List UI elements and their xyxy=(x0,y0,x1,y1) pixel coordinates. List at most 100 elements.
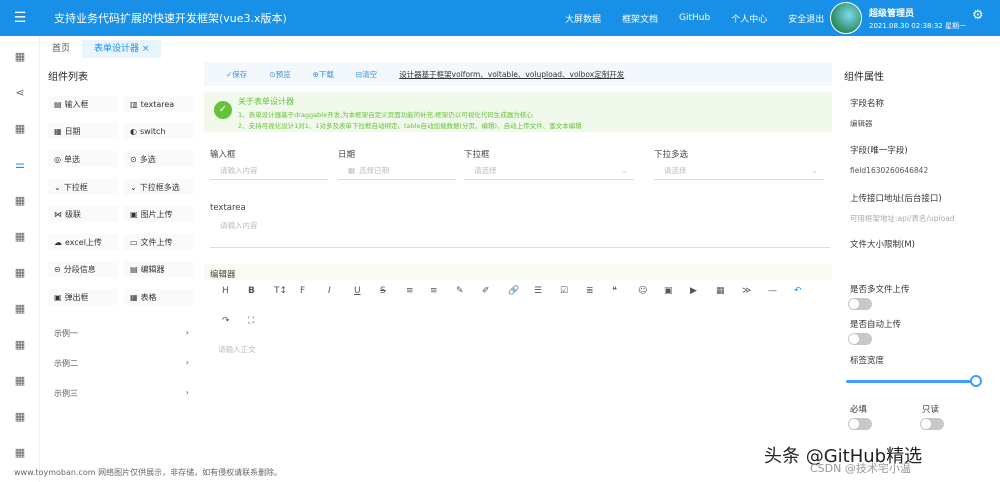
italic-icon[interactable]: I xyxy=(328,286,331,296)
component-label: 下拉框 xyxy=(63,182,88,192)
video-icon[interactable]: ▶ xyxy=(690,286,697,296)
component-item[interactable]: ▭ 文件上传 xyxy=(124,234,194,250)
example-item[interactable]: 示例二 › xyxy=(54,358,189,369)
component-item[interactable]: ◐ switch xyxy=(124,123,194,139)
readonly-switch[interactable] xyxy=(920,418,944,430)
font-family-icon[interactable]: F xyxy=(300,286,305,296)
component-item[interactable]: ◎ 单选 xyxy=(48,151,118,167)
grid-icon[interactable]: ▦ xyxy=(13,50,27,64)
share-icon[interactable]: ⋖ xyxy=(13,86,27,100)
strikethrough-icon[interactable]: S xyxy=(380,286,386,296)
nav-github[interactable]: GitHub xyxy=(679,13,710,23)
code-icon[interactable]: ≫ xyxy=(742,286,751,296)
indent-icon[interactable]: ≡ xyxy=(406,286,414,296)
designer-info-link[interactable]: 设计器基于框架volform、voltable、volupload、volbox… xyxy=(399,69,624,80)
component-item[interactable]: ▣ 图片上传 xyxy=(124,206,194,222)
align-icon[interactable]: ≣ xyxy=(586,286,594,296)
component-item[interactable]: ⌄ 下拉框 xyxy=(48,179,118,195)
input-field[interactable]: 请输入内容 xyxy=(210,162,328,180)
example-item[interactable]: 示例三 › xyxy=(54,388,189,399)
undo-icon[interactable]: ↶ xyxy=(794,286,802,296)
component-properties-panel: 组件属性 字段名称 编辑器 字段(唯一字段) field163026064684… xyxy=(836,62,1000,482)
label-width-label: 标签宽度 xyxy=(850,356,885,366)
redo-icon[interactable]: ↷ xyxy=(222,316,230,326)
upload-url-input[interactable]: 可用框架地址:api/表名/upload xyxy=(850,213,990,224)
font-size-icon[interactable]: T↕ xyxy=(274,286,287,296)
label-width-slider[interactable] xyxy=(846,380,976,383)
component-item[interactable]: ▦ 表格 xyxy=(124,289,194,305)
example-label: 示例三 xyxy=(54,389,78,398)
example-item[interactable]: 示例一 › xyxy=(54,328,189,339)
slider-handle[interactable] xyxy=(970,375,982,387)
table-icon: ▦ xyxy=(130,292,138,302)
preview-button[interactable]: ⊙预览 xyxy=(269,69,290,80)
menu-icon[interactable]: ☰ xyxy=(0,0,40,36)
left-icon-rail: ▦ ⋖ ▦ ⚌ ▦ ▦ ▦ ▦ ▦ ▦ ▦ ▦ xyxy=(0,36,40,482)
component-item[interactable]: ⌄ 下拉框多选 xyxy=(124,179,194,195)
field-id-input[interactable]: field1630260646842 xyxy=(850,166,990,175)
nav-docs[interactable]: 框架文档 xyxy=(622,12,658,25)
component-item[interactable]: ▤ 输入框 xyxy=(48,96,118,112)
emoji-icon[interactable]: ☺ xyxy=(638,286,647,296)
image-icon[interactable]: ▣ xyxy=(664,286,673,296)
tab-bar: 首页 表单设计器 × xyxy=(40,40,1000,58)
bold-icon[interactable]: B xyxy=(248,286,255,296)
component-item[interactable]: ▤ 编辑器 xyxy=(124,261,194,277)
multi-file-switch[interactable] xyxy=(848,298,872,310)
tab-home[interactable]: 首页 xyxy=(40,40,82,58)
component-item[interactable]: ⊝ 分段信息 xyxy=(48,261,118,277)
todo-icon[interactable]: ☑ xyxy=(560,286,568,296)
nav-big-screen[interactable]: 大屏数据 xyxy=(565,12,601,25)
grid-icon[interactable]: ▦ xyxy=(13,230,27,244)
bg-color-icon[interactable]: ✐ xyxy=(482,286,490,296)
editor-icon: ▤ xyxy=(130,264,138,274)
grid-icon[interactable]: ▦ xyxy=(13,338,27,352)
grid-icon[interactable]: ▦ xyxy=(13,410,27,424)
nav-logout[interactable]: 安全退出 xyxy=(788,12,824,25)
date-icon: ▦ xyxy=(54,126,62,136)
required-switch[interactable] xyxy=(848,418,872,430)
heading-icon[interactable]: H xyxy=(222,286,229,296)
calendar-icon: ▦ xyxy=(348,166,356,175)
table-icon[interactable]: ▦ xyxy=(716,286,725,296)
link-icon[interactable]: 🔗 xyxy=(508,286,519,296)
select-field[interactable]: 请选择 ⌄ xyxy=(464,162,634,180)
close-icon[interactable]: × xyxy=(142,44,150,54)
list-icon[interactable]: ☰ xyxy=(534,286,542,296)
component-item[interactable]: ▥ textarea xyxy=(124,96,194,112)
auto-upload-label: 是否自动上传 xyxy=(850,320,902,330)
clear-button[interactable]: ⊟清空 xyxy=(356,69,377,80)
date-picker[interactable]: ▦ 选择日期 xyxy=(338,162,456,180)
multi-select-field[interactable]: 请选择 ⌄ xyxy=(654,162,824,180)
component-item[interactable]: ▣ 弹出框 xyxy=(48,289,118,305)
grid-icon[interactable]: ▦ xyxy=(13,266,27,280)
download-button[interactable]: ⊕下载 xyxy=(313,69,334,80)
avatar[interactable] xyxy=(830,2,862,34)
divider-icon[interactable]: — xyxy=(768,286,777,296)
nav-profile[interactable]: 个人中心 xyxy=(731,12,767,25)
component-item[interactable]: ☁ excel上传 xyxy=(48,234,118,250)
grid-icon[interactable]: ▦ xyxy=(13,302,27,316)
gear-icon[interactable]: ⚙ xyxy=(972,8,984,23)
quote-icon[interactable]: ❝ xyxy=(612,286,617,296)
grid-icon[interactable]: ▦ xyxy=(13,194,27,208)
save-button[interactable]: ✓保存 xyxy=(226,69,247,80)
sliders-icon[interactable]: ⚌ xyxy=(13,158,27,172)
text-color-icon[interactable]: ✎ xyxy=(456,286,464,296)
multi-select-label: 下拉多选 xyxy=(654,150,689,160)
line-height-icon[interactable]: ≡ xyxy=(430,286,438,296)
grid-icon[interactable]: ▦ xyxy=(13,122,27,136)
tab-form-designer[interactable]: 表单设计器 × xyxy=(82,40,162,58)
editor-body[interactable]: 请输入正文 xyxy=(218,344,256,355)
example-label: 示例二 xyxy=(54,359,78,368)
component-item[interactable]: ▦ 日期 xyxy=(48,123,118,139)
underline-icon[interactable]: U xyxy=(354,286,361,296)
field-name-input[interactable]: 编辑器 xyxy=(850,118,990,129)
auto-upload-switch[interactable] xyxy=(848,333,872,345)
textarea-field[interactable]: 请输入内容 xyxy=(210,216,830,248)
grid-icon[interactable]: ▦ xyxy=(13,446,27,460)
component-item[interactable]: ⊙ 多选 xyxy=(124,151,194,167)
fullscreen-icon[interactable]: ⛶ xyxy=(248,316,254,326)
component-item[interactable]: ⋈ 级联 xyxy=(48,206,118,222)
grid-icon[interactable]: ▦ xyxy=(13,374,27,388)
